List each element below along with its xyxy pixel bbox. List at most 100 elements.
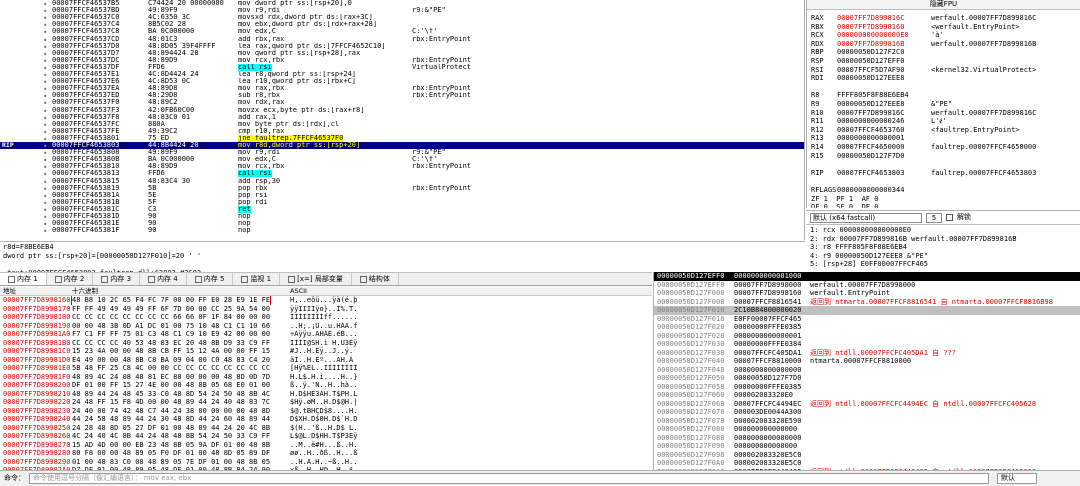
dump-ascii[interactable]: ÌÌÌÌÌÌÌÌff...... (290, 313, 357, 322)
breakpoint-dot[interactable]: ● (44, 114, 46, 121)
register-value[interactable]: 00007FFCF4650000 (837, 143, 931, 152)
breakpoint-dot[interactable]: ● (44, 206, 46, 213)
dump-ascii[interactable]: ÷Áÿÿu.ÃHÁÉ.éB... (290, 330, 357, 339)
disasm-row[interactable]: ● 00007FFCF46537D0 48:8D05 39F4FFFF lea rax… (0, 43, 804, 50)
disasm-row[interactable]: ● 00007FFCF46537FE 49:39C2 cmp r10,rax (0, 128, 804, 135)
dump-ascii[interactable]: L$@L.D$HH.T$P3Éÿ (290, 432, 357, 441)
dump-hex[interactable]: 44 24 58 48 89 44 24 30 48 8D 44 24 60 4… (72, 415, 270, 424)
disasm-row[interactable]: ● 00007FFCF46537F3 42:0FB60C00 movzx ecx,by… (0, 107, 804, 114)
stack-row[interactable]: 00000050D127F068 00007FFCFC4494EC 返回到 ntdl… (654, 400, 1080, 409)
stack-row[interactable]: 00000050D127F070 000003DE0044A300 (654, 408, 1080, 417)
dump-row[interactable]: 00007FF7D89981F0 48 89 4C 24 08 48 81 EC … (0, 373, 652, 382)
dump-hex[interactable]: 48 B8 10 2C 65 F4 FC 7F 00 00 FF E0 28 E… (70, 296, 272, 305)
arg-count-spinner[interactable]: 5 (926, 212, 942, 223)
dump-row[interactable]: 00007FF7D8998250 24 28 48 8D 05 27 DF 01 … (0, 424, 652, 433)
register-row[interactable]: R11 0000000000000246 L'ɇ' (811, 117, 947, 126)
stack-row[interactable]: 00000050D127F088 0000000000000000 (654, 434, 1080, 443)
register-value[interactable]: 00007FF7D899816B (837, 40, 931, 49)
register-value[interactable]: 00007FFCF4653760 (837, 126, 931, 135)
dump-ascii[interactable]: $(H..'ß..H.D$ L. (290, 424, 357, 433)
register-row[interactable]: R15 00000050D127F7D0 (811, 152, 931, 161)
register-value[interactable]: 0000000000000246 (837, 117, 931, 126)
register-value[interactable]: 00000050D127EEE8 (837, 100, 931, 109)
disasm-row[interactable]: ● 00007FFCF46537E1 4C:8D4424 24 lea r8,qwor… (0, 71, 804, 78)
dump-ascii[interactable]: H,..eôü...ÿà(é.þ (290, 296, 357, 305)
dump-hex[interactable]: 48 89 4C 24 08 48 81 EC 88 00 00 00 48 8… (72, 373, 270, 382)
dump-hex[interactable]: 4C 24 40 4C 8B 44 24 48 48 8B 54 24 50 3… (72, 432, 270, 441)
breakpoint-dot[interactable]: ● (44, 185, 46, 192)
register-row[interactable]: R10 00007FF7D899816C werfault.00007FF7D899… (811, 109, 1036, 118)
dump-ascii[interactable]: ß..ÿ.'N..H..hà.. (290, 381, 357, 390)
dump-ascii[interactable]: äI..H.Èº...ÀH.Ä (290, 356, 357, 365)
breakpoint-dot[interactable]: ● (44, 85, 46, 92)
register-row[interactable]: R8 FFFF805F8F88E6EB4 (811, 91, 931, 100)
register-value[interactable]: 00007FF7D8998160 (837, 23, 931, 32)
disasm-row[interactable]: ● 00007FFCF46537DF FFD6 call rsi VirtualProt… (0, 63, 804, 71)
call-arg-row[interactable]: 4: r9 00000050D127EEE8 &"PE" (810, 252, 1080, 261)
dump-hex[interactable]: 48 89 44 24 48 45 33 C0 48 8D 54 24 50 4… (72, 390, 270, 399)
register-value[interactable]: 00007FF7D899816C (837, 14, 931, 23)
disasm-row[interactable]: ● 00007FFCF465381D 90 nop (0, 213, 804, 220)
breakpoint-dot[interactable]: ● (44, 78, 46, 85)
register-row[interactable] (811, 160, 931, 169)
register-value[interactable]: 00007FFCF4653803 (837, 169, 931, 178)
register-value[interactable]: FFFF805F8F88E6EB4 (837, 91, 931, 100)
dump-hex[interactable]: 00 00 48 3B 0D A1 DC 01 00 75 10 48 C1 C… (72, 322, 270, 331)
register-row[interactable]: RAX 00007FF7D899816C werfault.00007FF7D899… (811, 14, 1036, 23)
call-arg-row[interactable]: 5: [rsp+28] E0FF00007FFCF465 (810, 260, 1080, 269)
register-value[interactable]: 00000050D127EEE8 (837, 74, 931, 83)
disasm-row[interactable]: ● 00007FFCF4653813 FFD6 call rsi (0, 170, 804, 178)
dump-row[interactable]: 00007FF7D8998230 24 40 00 74 42 48 C7 44 … (0, 407, 652, 416)
tab-dump-3[interactable]: 内存 3 (93, 273, 141, 285)
dump-ascii[interactable]: #J..H.Ëÿ..J..ÿ. (290, 347, 353, 356)
register-row[interactable]: R12 00007FFCF4653760 <faultrep.EntryPoint> (811, 126, 1020, 135)
breakpoint-dot[interactable]: ● (44, 107, 46, 114)
breakpoint-dot[interactable]: ● (44, 199, 46, 206)
dump-row[interactable]: 00007FF7D89981B0 CC CC CC CC 40 53 48 83 … (0, 339, 652, 348)
dump-ascii[interactable]: $Hÿ.øM..H.D$@H.| (290, 398, 357, 407)
register-row[interactable]: RFLAGS0000000000000344 (811, 186, 931, 195)
breakpoint-dot[interactable]: ● (44, 149, 46, 156)
dump-ascii[interactable]: ..H;.¡Ü..u.HÁÁ.f (290, 322, 357, 331)
tab-dump-5[interactable]: 内存 5 (187, 273, 234, 285)
disasm-row[interactable]: ● 00007FFCF4653801 75 ED jne faultrep.7FFCF… (0, 134, 804, 142)
disasm-row[interactable]: ● 00007FFCF46537ED 48:29D8 sub r8,rbx rbx:En… (0, 92, 804, 99)
stack-row[interactable]: 00000050D127F000 00007FF7D8998160 werfault… (654, 289, 1080, 298)
breakpoint-dot[interactable]: ● (44, 156, 46, 163)
breakpoint-dot[interactable]: ● (44, 192, 46, 199)
dump-ascii[interactable]: øø..H..ðß..H...ß (290, 449, 357, 458)
breakpoint-dot[interactable]: ● (44, 99, 46, 106)
dump-row[interactable]: 00007FF7D8998270 15 AD 4D 00 00 EB 23 48 … (0, 441, 652, 450)
breakpoint-dot[interactable]: ● (44, 28, 46, 35)
breakpoint-dot[interactable]: ● (44, 142, 46, 149)
dump-hex[interactable]: 24 28 48 8D 05 27 DF 01 00 48 89 44 24 2… (72, 424, 270, 433)
dump-row[interactable]: 00007FF7D8998190 00 00 48 3B 0D A1 DC 01 … (0, 322, 652, 331)
calling-convention-select[interactable]: 默认 (x64 fastcall) (810, 212, 922, 223)
dump-hex[interactable]: FF FF 49 49 49 49 FF 6F 7D 00 00 CC 25 9… (72, 305, 270, 314)
register-row[interactable]: RBP 00000050D127F2C0 (811, 48, 931, 57)
register-row[interactable]: RBX 00007FF7D8998160 <werfault.EntryPoint> (811, 23, 1020, 32)
register-row[interactable]: RSI 00007FFCF5D7AF90 <kernel32.VirtualProt… (811, 66, 1036, 75)
disasm-row[interactable]: ● 00007FFCF46537C4 8B5C02 28 mov ebx,dword … (0, 21, 804, 28)
dump-row[interactable]: 00007FF7D89981D0 E4 49 00 00 48 8B C8 BA … (0, 356, 652, 365)
disasm-row[interactable]: ● 00007FFCF46537DC 48:89D9 mov rcx,rbx rbx:E… (0, 57, 804, 64)
disasm-row[interactable]: ● 00007FFCF46537F0 48:89C2 mov rdx,rax (0, 99, 804, 106)
register-value[interactable]: 000000000000000E0 (837, 31, 931, 40)
disasm-row[interactable]: ● 00007FFCF46537BD 49:89F9 mov r9,rdi r9:&"P… (0, 7, 804, 14)
disasm-row[interactable]: ● 00007FFCF46537C0 4C:6350 3C movsxd rdx,dw… (0, 14, 804, 21)
disasm-row[interactable]: ● 00007FFCF465381C C3 ret (0, 205, 804, 213)
register-row[interactable] (811, 83, 931, 92)
disasm-row[interactable]: ● 00007FFCF465380B BA 0C000000 mov edx,C C:'… (0, 156, 804, 163)
breakpoint-dot[interactable]: ● (44, 128, 46, 135)
stack-row[interactable]: 00000050D127F078 000002083320E590 (654, 417, 1080, 426)
dump-row[interactable]: 00007FF7D8998280 80 F8 00 00 48 89 05 F0 … (0, 449, 652, 458)
dump-hex[interactable]: 01 00 48 83 C0 08 48 89 05 7E DF 01 00 4… (72, 458, 270, 467)
dump-ascii[interactable]: ..H.À.H..~ß..H.. (290, 458, 357, 467)
stack-row[interactable]: 00000050D127F048 0000000000000000 (654, 366, 1080, 375)
stack-row[interactable]: 00000050D127F050 00000050D127F7D0 (654, 374, 1080, 383)
memory-dump-pane[interactable]: 地址 十六进制 ASCII 00007FF7D8998160 48 B8 10 2… (0, 287, 652, 470)
stack-row[interactable]: 00000050D127F040 00007FFCF8810000 ntmarta.… (654, 357, 1080, 366)
register-row[interactable]: R14 00007FFCF4650000 faultrep.00007FFCF465… (811, 143, 1036, 152)
tab-dump-1[interactable]: 内存 1 (0, 273, 47, 285)
breakpoint-dot[interactable]: ● (44, 36, 46, 43)
